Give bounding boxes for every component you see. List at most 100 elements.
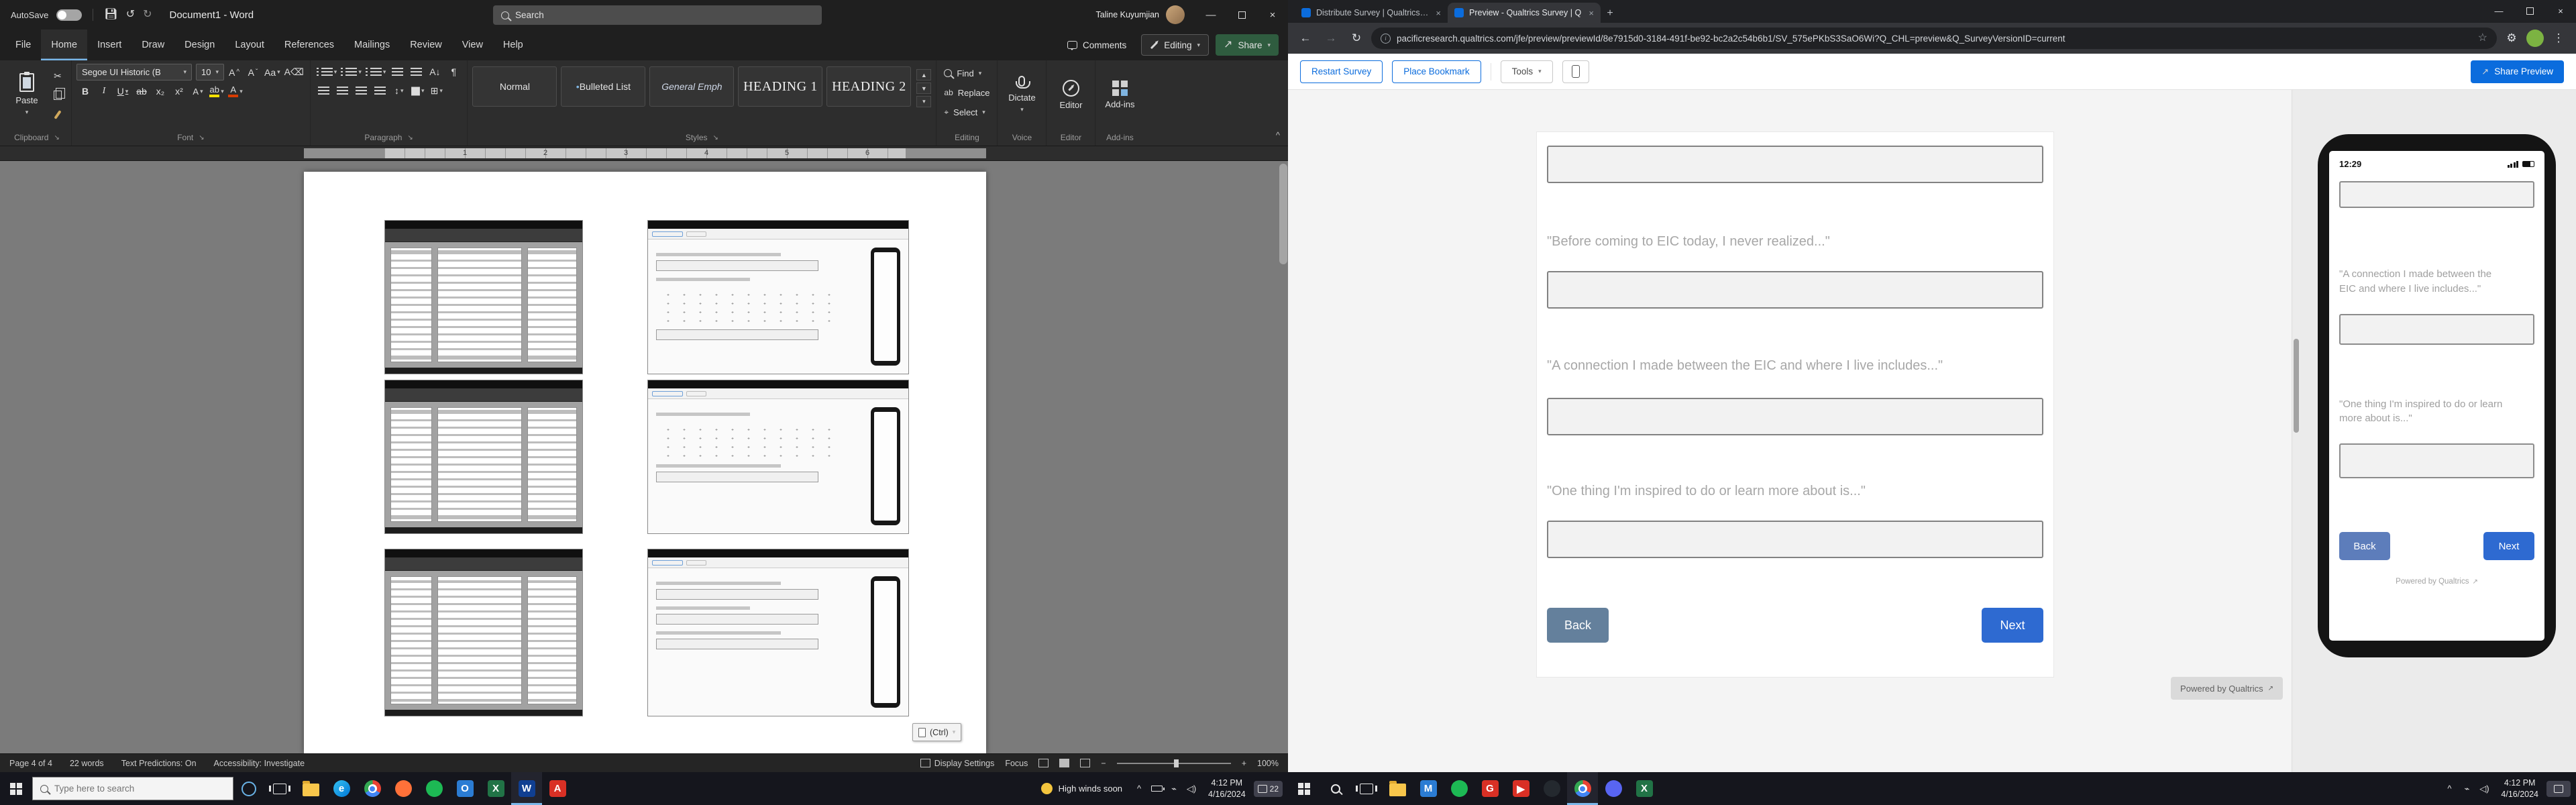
ribbon-tab-insert[interactable]: Insert [87, 30, 131, 60]
zoom-level[interactable]: 100% [1257, 759, 1279, 768]
dialog-launcher-icon[interactable]: ↘ [54, 134, 59, 142]
format-painter-button[interactable] [49, 107, 66, 123]
select-button[interactable]: ⌖Select▾ [941, 103, 992, 121]
taskbar-app-gmail[interactable]: G [1474, 772, 1505, 805]
comments-button[interactable]: Comments [1059, 34, 1134, 56]
font-name-select[interactable]: Segoe UI Historic (B▾ [76, 64, 192, 80]
browser-tab-distribute[interactable]: Distribute Survey | Qualtrics Ex × [1295, 3, 1448, 23]
ribbon-tab-help[interactable]: Help [493, 30, 533, 60]
borders-button[interactable]: ⊞▾ [428, 83, 445, 99]
page-count[interactable]: Page 4 of 4 [9, 759, 52, 768]
forward-button[interactable]: → [1320, 28, 1342, 49]
address-bar[interactable]: i pacificresearch.qualtrics.com/jfe/prev… [1371, 28, 2497, 49]
style-general-emph[interactable]: General Emph [649, 66, 734, 107]
taskbar-app-file-explorer[interactable] [1382, 772, 1413, 805]
grow-font-button[interactable]: A^ [225, 64, 243, 80]
phone-next-button[interactable]: Next [2483, 532, 2534, 560]
taskbar-app-firefox[interactable] [388, 772, 419, 805]
taskbar-app-excel[interactable]: X [1629, 772, 1660, 805]
dialog-launcher-icon[interactable]: ↘ [407, 134, 413, 142]
focus-button[interactable]: Focus [1005, 759, 1028, 768]
taskbar-app-youtube[interactable]: ▶︎ [1505, 772, 1536, 805]
bold-button[interactable]: B [76, 83, 94, 99]
word-count[interactable]: 22 words [70, 759, 104, 768]
justify-button[interactable] [372, 83, 389, 99]
cut-button[interactable]: ✂ [49, 68, 66, 84]
ribbon-tab-design[interactable]: Design [174, 30, 225, 60]
print-layout-view-button[interactable] [1059, 759, 1069, 767]
styles-down-button[interactable]: ▼ [916, 83, 931, 94]
site-info-icon[interactable]: i [1381, 34, 1391, 44]
taskbar-app-chrome[interactable] [357, 772, 388, 805]
dialog-launcher-icon[interactable]: ↘ [713, 134, 718, 142]
scrollbar-thumb[interactable] [2294, 339, 2299, 433]
task-view-button[interactable] [1351, 772, 1382, 805]
taskbar-search-button[interactable] [1320, 772, 1351, 805]
clear-formatting-button[interactable]: A⌫ [283, 64, 305, 80]
restore-button[interactable] [1226, 0, 1257, 30]
change-case-button[interactable]: Aa▾ [263, 64, 282, 80]
taskbar-app-acrobat[interactable]: A [542, 772, 573, 805]
shading-button[interactable]: ⬛︎▾ [409, 83, 427, 99]
ribbon-tab-draw[interactable]: Draw [131, 30, 174, 60]
autosave-toggle[interactable] [56, 9, 82, 21]
dialog-launcher-icon[interactable]: ↘ [199, 134, 204, 142]
superscript-button[interactable]: x² [170, 83, 188, 99]
ribbon-tab-layout[interactable]: Layout [225, 30, 274, 60]
styles-up-button[interactable]: ▲ [916, 69, 931, 80]
increase-indent-button[interactable] [407, 64, 425, 80]
ruler[interactable]: 1 2 3 4 5 6 [0, 146, 1288, 161]
subscript-button[interactable]: x₂ [152, 83, 169, 99]
font-size-select[interactable]: 10▾ [196, 64, 224, 80]
zoom-slider[interactable] [1117, 763, 1231, 764]
undo-icon[interactable]: ↺ [126, 9, 135, 20]
copy-button[interactable] [49, 87, 66, 103]
italic-button[interactable]: I [95, 83, 113, 99]
phone-text-input-1[interactable] [2339, 181, 2534, 208]
display-settings-button[interactable]: Display Settings [920, 759, 995, 768]
survey-scrollbar[interactable] [2292, 90, 2300, 772]
numbering-button[interactable]: ▾ [339, 64, 363, 80]
style-heading-2[interactable]: HEADING 2 [826, 66, 911, 107]
survey-text-input-4[interactable] [1547, 521, 2043, 558]
collapse-ribbon-button[interactable]: ^ [1268, 130, 1288, 146]
ribbon-tab-view[interactable]: View [452, 30, 493, 60]
align-left-button[interactable] [315, 83, 333, 99]
tab-close-icon[interactable]: × [1589, 8, 1594, 18]
close-button[interactable]: × [2545, 0, 2576, 21]
line-spacing-button[interactable]: ↕▾ [390, 83, 408, 99]
decrease-indent-button[interactable] [388, 64, 406, 80]
ribbon-tab-review[interactable]: Review [400, 30, 452, 60]
tray-chevron-icon[interactable]: ^ [2440, 784, 2458, 794]
document-scrollbar[interactable] [1279, 164, 1287, 264]
minimize-button[interactable]: — [1195, 0, 1226, 30]
start-button[interactable] [1288, 772, 1320, 805]
place-bookmark-button[interactable]: Place Bookmark [1392, 60, 1481, 83]
highlight-button[interactable]: ab▾ [208, 83, 225, 99]
ribbon-tab-mailings[interactable]: Mailings [344, 30, 400, 60]
styles-more-button[interactable]: ▾ [916, 96, 931, 107]
taskbar-app-excel[interactable]: X [480, 772, 511, 805]
paste-button[interactable]: Paste ▾ [7, 64, 46, 125]
strikethrough-button[interactable]: ab [133, 83, 150, 99]
minimize-button[interactable]: — [2483, 0, 2514, 21]
document-page[interactable]: (Ctrl) ▾ [304, 172, 986, 753]
web-layout-view-button[interactable] [1080, 759, 1090, 767]
new-tab-button[interactable]: + [1601, 4, 1619, 23]
back-button[interactable]: ← [1295, 28, 1316, 49]
taskbar-clock[interactable]: 4:12 PM 4/16/2024 [2493, 777, 2546, 800]
task-view-button[interactable] [264, 772, 295, 805]
bookmark-star-icon[interactable]: ☆ [2478, 33, 2487, 44]
taskbar-search-input[interactable] [54, 784, 225, 794]
network-icon[interactable]: ⌁ [2458, 784, 2475, 794]
share-preview-button[interactable]: ↗Share Preview [2471, 60, 2564, 83]
survey-back-button[interactable]: Back [1547, 608, 1609, 643]
taskbar-app-word-active[interactable]: W [511, 772, 542, 805]
start-button[interactable] [0, 772, 32, 805]
dictate-button[interactable]: Dictate ▾ [1002, 64, 1041, 125]
taskbar-app-mail[interactable]: M [1413, 772, 1444, 805]
read-mode-view-button[interactable] [1038, 759, 1049, 767]
taskbar-app-github[interactable] [1536, 772, 1567, 805]
align-center-button[interactable] [334, 83, 352, 99]
powered-by-qualtrics[interactable]: Powered by Qualtrics↗ [2171, 677, 2283, 700]
